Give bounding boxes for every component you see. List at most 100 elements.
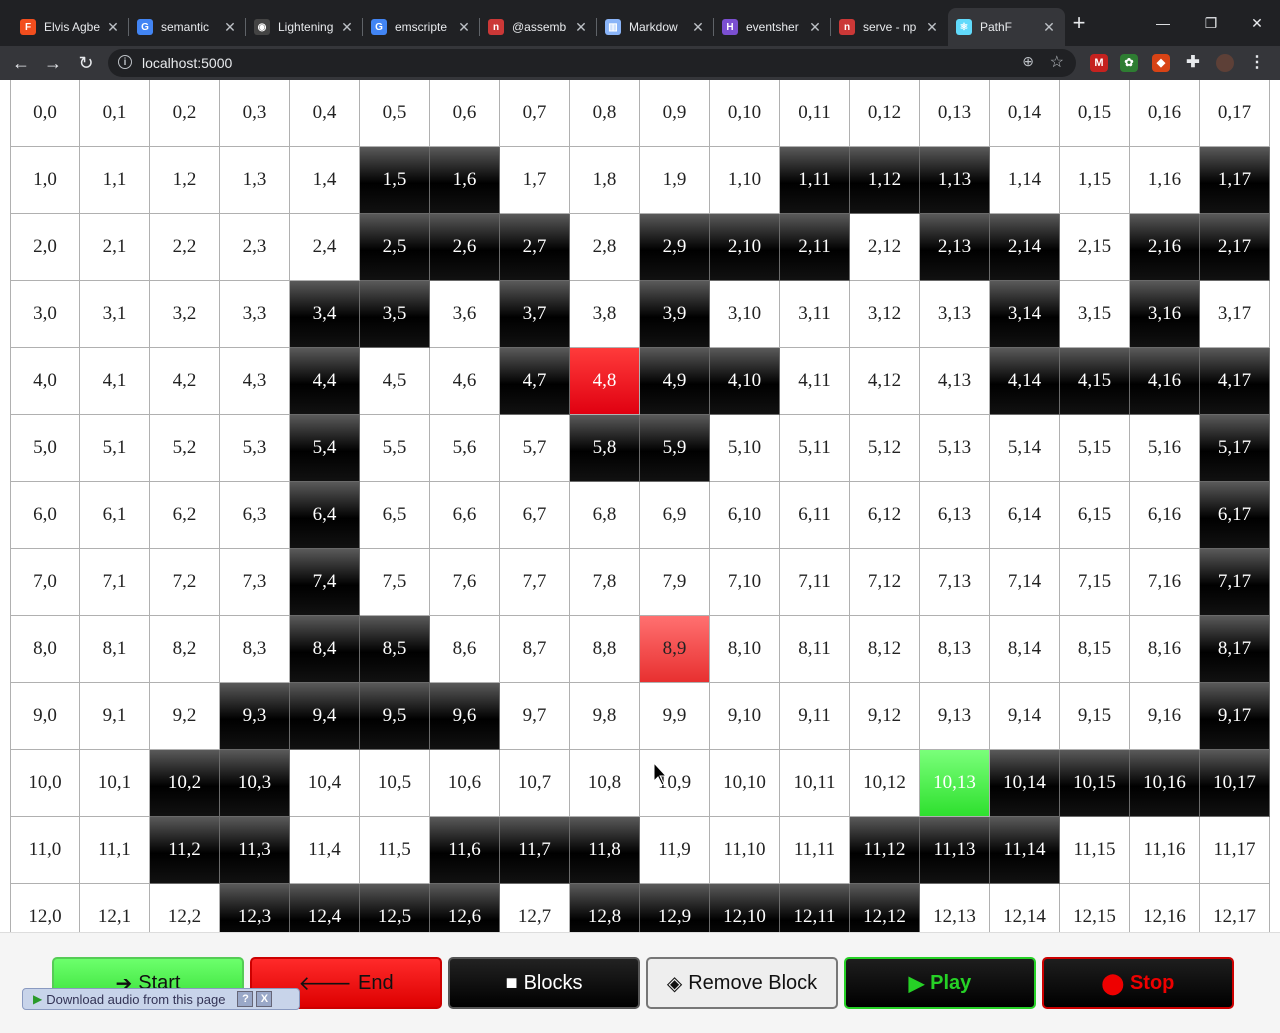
grid-cell[interactable]: 5,11 xyxy=(780,415,850,482)
grid-cell-block[interactable]: 5,8 xyxy=(570,415,640,482)
grid-cell[interactable]: 9,13 xyxy=(920,683,990,750)
grid-cell-block[interactable]: 1,6 xyxy=(430,147,500,214)
grid-cell-block[interactable]: 2,5 xyxy=(360,214,430,281)
grid-cell[interactable]: 10,12 xyxy=(850,750,920,817)
grid-cell[interactable]: 1,8 xyxy=(570,147,640,214)
grid-cell[interactable]: 6,15 xyxy=(1060,482,1130,549)
grid-cell[interactable]: 1,2 xyxy=(150,147,220,214)
grid-cell[interactable]: 10,7 xyxy=(500,750,570,817)
grid-cell[interactable]: 2,1 xyxy=(80,214,150,281)
grid-cell[interactable]: 7,14 xyxy=(990,549,1060,616)
grid-cell[interactable]: 10,0 xyxy=(10,750,80,817)
tab-close-icon[interactable]: ✕ xyxy=(690,19,706,36)
grid-cell-block[interactable]: 10,15 xyxy=(1060,750,1130,817)
grid-cell[interactable]: 8,3 xyxy=(220,616,290,683)
new-tab-button[interactable]: + xyxy=(1068,12,1090,34)
grid-cell[interactable]: 7,6 xyxy=(430,549,500,616)
browser-tab[interactable]: Gemscripte ✕ xyxy=(363,8,480,46)
browser-tab[interactable]: F Elvis Agbe ✕ xyxy=(12,8,129,46)
grid-cell-block[interactable]: 9,6 xyxy=(430,683,500,750)
grid-cell[interactable]: 2,8 xyxy=(570,214,640,281)
grid-cell[interactable]: 3,13 xyxy=(920,281,990,348)
grid-cell[interactable]: 8,14 xyxy=(990,616,1060,683)
grid-cell[interactable]: 3,1 xyxy=(80,281,150,348)
grid-cell[interactable]: 0,12 xyxy=(850,80,920,147)
grid-cell-block[interactable]: 1,17 xyxy=(1200,147,1270,214)
grid-cell[interactable]: 8,11 xyxy=(780,616,850,683)
grid-cell[interactable]: 7,10 xyxy=(710,549,780,616)
grid-cell[interactable]: 0,1 xyxy=(80,80,150,147)
grid-cell-block[interactable]: 1,12 xyxy=(850,147,920,214)
remove-block-button[interactable]: ◈ Remove Block xyxy=(646,957,838,1009)
grid-cell[interactable]: 12,16 xyxy=(1130,884,1200,932)
grid-cell[interactable]: 8,7 xyxy=(500,616,570,683)
grid-cell[interactable]: 6,16 xyxy=(1130,482,1200,549)
forward-icon[interactable]: → xyxy=(40,50,66,76)
grid-cell-block[interactable]: 2,6 xyxy=(430,214,500,281)
grid-cell-block[interactable]: 4,7 xyxy=(500,348,570,415)
grid-cell-block[interactable]: 2,9 xyxy=(640,214,710,281)
grid-cell[interactable]: 10,11 xyxy=(780,750,850,817)
grid-cell[interactable]: 2,12 xyxy=(850,214,920,281)
grid-cell[interactable]: 11,15 xyxy=(1060,817,1130,884)
grid-cell[interactable]: 10,1 xyxy=(80,750,150,817)
grid-cell[interactable]: 7,0 xyxy=(10,549,80,616)
maximize-icon[interactable]: ❐ xyxy=(1188,10,1234,36)
tab-close-icon[interactable]: ✕ xyxy=(456,19,472,36)
grid-cell[interactable]: 1,14 xyxy=(990,147,1060,214)
grid-cell-block[interactable]: 12,11 xyxy=(780,884,850,932)
grid-cell[interactable]: 2,0 xyxy=(10,214,80,281)
grid-cell-block[interactable]: 10,17 xyxy=(1200,750,1270,817)
grid-cell-block[interactable]: 11,13 xyxy=(920,817,990,884)
grid-cell[interactable]: 7,11 xyxy=(780,549,850,616)
grid-cell-block[interactable]: 5,4 xyxy=(290,415,360,482)
tab-close-icon[interactable]: ✕ xyxy=(1041,19,1057,36)
grid-cell[interactable]: 12,13 xyxy=(920,884,990,932)
grid-cell[interactable]: 12,2 xyxy=(150,884,220,932)
tab-close-icon[interactable]: ✕ xyxy=(573,19,589,36)
grid-cell-block[interactable]: 2,11 xyxy=(780,214,850,281)
grid-cell-block[interactable]: 12,3 xyxy=(220,884,290,932)
grid-cell[interactable]: 11,17 xyxy=(1200,817,1270,884)
grid-cell-block[interactable]: 12,8 xyxy=(570,884,640,932)
grid-cell[interactable]: 7,13 xyxy=(920,549,990,616)
grid-cell-block[interactable]: 2,17 xyxy=(1200,214,1270,281)
grid-cell-block[interactable]: 5,17 xyxy=(1200,415,1270,482)
grid-cell-block[interactable]: 2,14 xyxy=(990,214,1060,281)
grid-cell[interactable]: 11,9 xyxy=(640,817,710,884)
grid-cell[interactable]: 2,3 xyxy=(220,214,290,281)
grid-cell-block[interactable]: 7,17 xyxy=(1200,549,1270,616)
download-audio-bar[interactable]: ▶ Download audio from this page ? X xyxy=(22,988,300,1010)
grid-cell[interactable]: 0,3 xyxy=(220,80,290,147)
grid-cell[interactable]: 8,8 xyxy=(570,616,640,683)
grid-cell[interactable]: 10,9 xyxy=(640,750,710,817)
grid-cell[interactable]: 9,7 xyxy=(500,683,570,750)
grid-cell-block[interactable]: 7,4 xyxy=(290,549,360,616)
tab-close-icon[interactable]: ✕ xyxy=(339,19,355,36)
grid-cell-block[interactable]: 4,9 xyxy=(640,348,710,415)
grid-cell[interactable]: 12,15 xyxy=(1060,884,1130,932)
blocks-button[interactable]: ■ Blocks xyxy=(448,957,640,1009)
grid-cell[interactable]: 4,5 xyxy=(360,348,430,415)
grid-cell[interactable]: 12,1 xyxy=(80,884,150,932)
grid-cell[interactable]: 1,0 xyxy=(10,147,80,214)
grid-cell[interactable]: 7,9 xyxy=(640,549,710,616)
grid-cell[interactable]: 5,15 xyxy=(1060,415,1130,482)
grid-cell-block[interactable]: 3,14 xyxy=(990,281,1060,348)
grid-cell[interactable]: 12,0 xyxy=(10,884,80,932)
grid-cell[interactable]: 4,0 xyxy=(10,348,80,415)
grid-cell-block[interactable]: 8,5 xyxy=(360,616,430,683)
grid-cell[interactable]: 7,5 xyxy=(360,549,430,616)
grid-cell[interactable]: 7,12 xyxy=(850,549,920,616)
grid-cell[interactable]: 0,8 xyxy=(570,80,640,147)
grid-cell[interactable]: 1,1 xyxy=(80,147,150,214)
grid-cell-block[interactable]: 4,14 xyxy=(990,348,1060,415)
grid-cell[interactable]: 4,13 xyxy=(920,348,990,415)
grid-cell[interactable]: 3,15 xyxy=(1060,281,1130,348)
grid-cell-block[interactable]: 10,3 xyxy=(220,750,290,817)
grid-cell[interactable]: 6,7 xyxy=(500,482,570,549)
grid-cell-block[interactable]: 9,3 xyxy=(220,683,290,750)
grid-cell-block[interactable]: 6,4 xyxy=(290,482,360,549)
grid-cell-block[interactable]: 10,16 xyxy=(1130,750,1200,817)
tab-close-icon[interactable]: ✕ xyxy=(807,19,823,36)
